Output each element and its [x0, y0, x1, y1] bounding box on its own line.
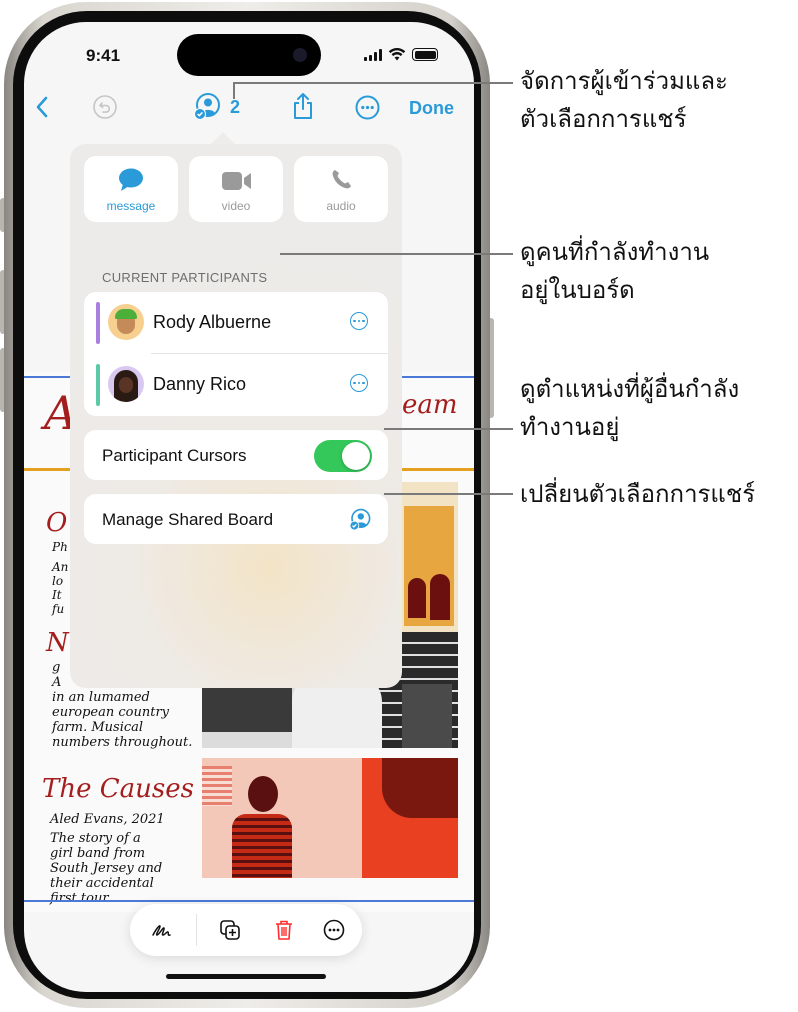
- callout-participant-cursors: ดูตำแหน่งที่ผู้อื่นกำลัง ทำงานอยู่: [520, 370, 739, 446]
- audio-button[interactable]: audio: [294, 156, 388, 222]
- illustration-city-night[interactable]: [398, 482, 458, 632]
- current-participants-header: CURRENT PARTICIPANTS: [102, 270, 268, 285]
- callout-leader-4: [384, 493, 513, 495]
- participant-row[interactable]: Danny Rico: [84, 354, 388, 416]
- share-icon: [294, 93, 312, 119]
- front-camera: [293, 48, 307, 62]
- audio-label: audio: [326, 199, 356, 213]
- duplicate-icon: [220, 920, 240, 940]
- manage-shared-board-row[interactable]: Manage Shared Board: [84, 494, 388, 544]
- callout-manage-participants: จัดการผู้เข้าร่วมและ ตัวเลือกการแชร์: [520, 62, 728, 138]
- callout-change-sharing: เปลี่ยนตัวเลือกการแชร์: [520, 475, 755, 513]
- wifi-icon: [388, 48, 406, 61]
- avatar: [108, 304, 144, 340]
- illustration-band-concert[interactable]: [202, 758, 458, 878]
- callout-line: ดูคนที่กำลังทำงาน: [520, 238, 710, 266]
- phone-icon: [332, 170, 351, 189]
- participant-cursors-row: Participant Cursors: [84, 430, 388, 480]
- person-checkmark-icon: [349, 508, 371, 531]
- status-icons: [364, 48, 438, 61]
- back-button[interactable]: [30, 94, 54, 120]
- more-options-button[interactable]: [354, 94, 380, 120]
- participant-name: Rody Albuerne: [153, 312, 272, 332]
- callout-leader-1: [233, 82, 513, 84]
- more-button[interactable]: [322, 918, 346, 942]
- board-guide-line-bottom: [24, 900, 474, 902]
- avatar: [108, 366, 144, 402]
- video-label: video: [221, 199, 251, 213]
- dynamic-island: [177, 34, 321, 76]
- manage-shared-board-label: Manage Shared Board: [102, 510, 274, 529]
- chevron-left-icon: [36, 96, 48, 118]
- pen-tool-button[interactable]: [150, 918, 174, 942]
- pen-scribble-icon: [152, 925, 171, 936]
- undo-icon: [93, 95, 117, 119]
- video-button[interactable]: video: [189, 156, 283, 222]
- entry-text-3: Aled Evans, 2021 The story of a girl band …: [50, 812, 165, 906]
- toggle-knob: [342, 442, 370, 470]
- message-button[interactable]: message: [84, 156, 178, 222]
- callout-line: เปลี่ยนตัวเลือกการแชร์: [520, 480, 756, 508]
- callout-leader-2: [280, 253, 513, 255]
- board-title-right: eam: [402, 390, 458, 420]
- participant-cursors-label: Participant Cursors: [102, 446, 247, 465]
- share-button[interactable]: [290, 90, 316, 122]
- participants-list: Rody Albuerne Danny Rico: [84, 292, 388, 416]
- callout-line: อยู่ในบอร์ด: [520, 276, 635, 304]
- video-camera-icon: [222, 172, 251, 190]
- participant-more-button[interactable]: [350, 374, 368, 392]
- participant-row[interactable]: Rody Albuerne: [84, 292, 388, 354]
- cursor-color-indicator: [96, 364, 100, 406]
- delete-button[interactable]: [272, 918, 296, 942]
- callout-line: จัดการผู้เข้าร่วมและ: [520, 67, 728, 95]
- participant-count: 2: [230, 96, 241, 117]
- entry-title-2: N: [46, 628, 69, 658]
- battery-icon: [412, 48, 438, 61]
- done-button[interactable]: Done: [409, 98, 454, 119]
- callout-line: ดูตำแหน่งที่ผู้อื่นกำลัง: [520, 375, 740, 403]
- collaboration-popover: message video audio CURRENT PARTICIPANTS…: [70, 144, 402, 688]
- callout-view-participants: ดูคนที่กำลังทำงาน อยู่ในบอร์ด: [520, 233, 709, 309]
- callout-leader-1-vertical: [233, 83, 235, 99]
- status-time: 9:41: [86, 46, 121, 65]
- collaboration-button[interactable]: 2: [192, 92, 266, 122]
- participant-more-button[interactable]: [350, 312, 368, 330]
- toolbar-separator: [196, 914, 197, 946]
- entry-text-1: Ph An lo It fu: [52, 540, 69, 616]
- trash-icon: [276, 920, 292, 940]
- participant-name: Danny Rico: [153, 374, 247, 394]
- callout-line: ตัวเลือกการแชร์: [520, 105, 687, 133]
- cellular-signal-icon: [364, 48, 382, 61]
- person-checkmark-icon: [194, 93, 220, 120]
- screen: 9:41 2 Done A eam O Ph An lo It fu N g Ain an…: [24, 22, 474, 992]
- bottom-toolbar: [130, 904, 362, 956]
- message-label: message: [106, 199, 156, 213]
- callout-line: ทำงานอยู่: [520, 413, 620, 441]
- duplicate-button[interactable]: [218, 918, 242, 942]
- home-indicator: [166, 974, 326, 979]
- entry-title-1: O: [46, 508, 68, 538]
- entry-title-3: The Causes: [42, 774, 194, 804]
- ellipsis-circle-icon: [355, 95, 379, 119]
- message-bubble-icon: [119, 168, 143, 191]
- undo-button[interactable]: [92, 94, 118, 120]
- ellipsis-circle-icon: [323, 919, 345, 941]
- callout-leader-3: [384, 428, 513, 430]
- cursor-color-indicator: [96, 302, 100, 344]
- participant-cursors-toggle[interactable]: [314, 440, 372, 472]
